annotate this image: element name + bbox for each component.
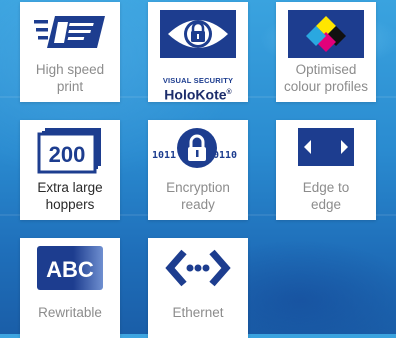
feature-label: Encryption ready [166,180,230,212]
feature-tile-holokote: VISUAL SECURITY HoloKote® [148,2,248,105]
visual-security-eye-lock-icon [160,10,236,58]
hopper-capacity-text: 200 [49,142,86,167]
ethernet-icon [165,249,231,287]
feature-label: Optimised colour profiles [283,62,369,94]
feature-tile-rewritable: ABC Rewritable [20,238,120,338]
feature-label: Rewritable [38,305,102,320]
feature-label: Ethernet [172,305,224,320]
feature-label: Extra large hoppers [37,180,103,212]
binary-right-text: 0110 [213,150,237,161]
feature-tile-ethernet: Ethernet [148,238,248,338]
feature-tile-encryption: 1011 0110 Encryption ready [148,120,248,220]
rewritable-card-icon: ABC [37,246,103,290]
feature-label: High speed print [35,62,105,94]
brand-trademark: ® [226,89,232,96]
feature-tile-extra-large-hoppers: 200 Extra large hoppers [20,120,120,220]
holokote-brand: VISUAL SECURITY HoloKote® [148,76,248,105]
colour-diamond-icon [288,10,364,58]
rewritable-letters-text: ABC [46,257,94,282]
brand-tagline: VISUAL SECURITY [162,76,234,85]
brand-name-text: HoloKote [164,86,227,103]
feature-tile-high-speed-print: High speed print [20,2,120,102]
padlock-binary-icon: 1011 0110 [152,128,237,168]
binary-left-text: 1011 [152,150,176,161]
edge-to-edge-arrows-icon [298,128,354,166]
feature-tile-colour-profiles: Optimised colour profiles [276,2,376,102]
brand-name: HoloKote® [164,85,231,103]
high-speed-print-icon [34,16,105,48]
feature-label: Edge to edge [302,180,350,212]
feature-tile-edge-to-edge: Edge to edge [276,120,376,220]
card-stack-icon: 200 [37,128,101,174]
